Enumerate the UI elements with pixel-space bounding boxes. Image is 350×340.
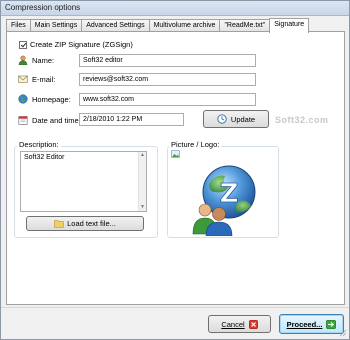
- clock-icon: [217, 114, 227, 124]
- arrow-right-icon: [326, 319, 337, 329]
- load-text-file-button[interactable]: Load text file...: [26, 216, 144, 231]
- datetime-label: Date and time:: [32, 115, 81, 125]
- datetime-field[interactable]: 2/18/2010 1:22 PM: [79, 113, 184, 126]
- folder-icon: [54, 220, 64, 228]
- compression-options-window: Compression options Files Main Settings …: [0, 0, 350, 340]
- load-text-file-label: Load text file...: [67, 219, 116, 228]
- title-bar: Compression options: [1, 1, 349, 16]
- update-label: Update: [230, 114, 256, 124]
- create-signature-checkbox[interactable]: [19, 40, 27, 49]
- homepage-field[interactable]: www.soft32.com: [79, 93, 256, 106]
- description-textarea[interactable]: Soft32 Editor ▲ ▼: [20, 151, 147, 212]
- picture-icon: [171, 150, 180, 158]
- cancel-button[interactable]: Cancel: [208, 315, 271, 333]
- create-signature-label: Create ZIP Signature (ZGSign): [30, 40, 133, 49]
- email-field[interactable]: reviews@soft32.com: [79, 73, 256, 86]
- datetime-row: Date and time:: [18, 115, 81, 125]
- create-signature-row[interactable]: Create ZIP Signature (ZGSign): [19, 40, 133, 49]
- proceed-label: Proceed...: [286, 319, 323, 329]
- svg-text:Z: Z: [220, 179, 239, 209]
- zip-globe-logo-icon: Z: [192, 165, 256, 237]
- watermark: Soft32.com: [275, 115, 329, 125]
- zgsign-logo-image[interactable]: Z: [185, 162, 265, 237]
- picture-group-title: Picture / Logo:: [169, 140, 222, 149]
- name-label: Name:: [32, 55, 55, 65]
- update-button[interactable]: Update: [203, 110, 269, 128]
- scroll-down-icon[interactable]: ▼: [139, 204, 146, 211]
- window-title: Compression options: [5, 3, 81, 12]
- cancel-label: Cancel: [221, 319, 245, 329]
- calendar-icon: [18, 116, 28, 125]
- description-group-title: Description:: [17, 140, 61, 149]
- tab-bar: Files Main Settings Advanced Settings Mu…: [6, 18, 310, 33]
- homepage-label: Homepage:: [32, 94, 71, 104]
- user-icon: [18, 55, 28, 65]
- name-field[interactable]: Soft32 editor: [79, 54, 256, 67]
- resize-grip-icon[interactable]: [339, 329, 347, 337]
- tab-signature[interactable]: Signature: [269, 18, 310, 33]
- signature-panel: Create ZIP Signature (ZGSign) Name: Soft…: [6, 31, 345, 305]
- name-row: Name:: [18, 55, 54, 65]
- email-row: E-mail:: [18, 74, 55, 84]
- close-icon: [248, 319, 258, 329]
- description-text: Soft32 Editor: [24, 154, 65, 161]
- proceed-button[interactable]: Proceed...: [279, 314, 344, 334]
- globe-icon: [18, 94, 28, 104]
- scroll-up-icon[interactable]: ▲: [139, 152, 146, 159]
- email-icon: [18, 75, 28, 83]
- description-scrollbar[interactable]: ▲ ▼: [138, 152, 146, 211]
- homepage-row: Homepage:: [18, 94, 71, 104]
- email-label: E-mail:: [32, 74, 56, 84]
- footer-divider: [1, 307, 349, 308]
